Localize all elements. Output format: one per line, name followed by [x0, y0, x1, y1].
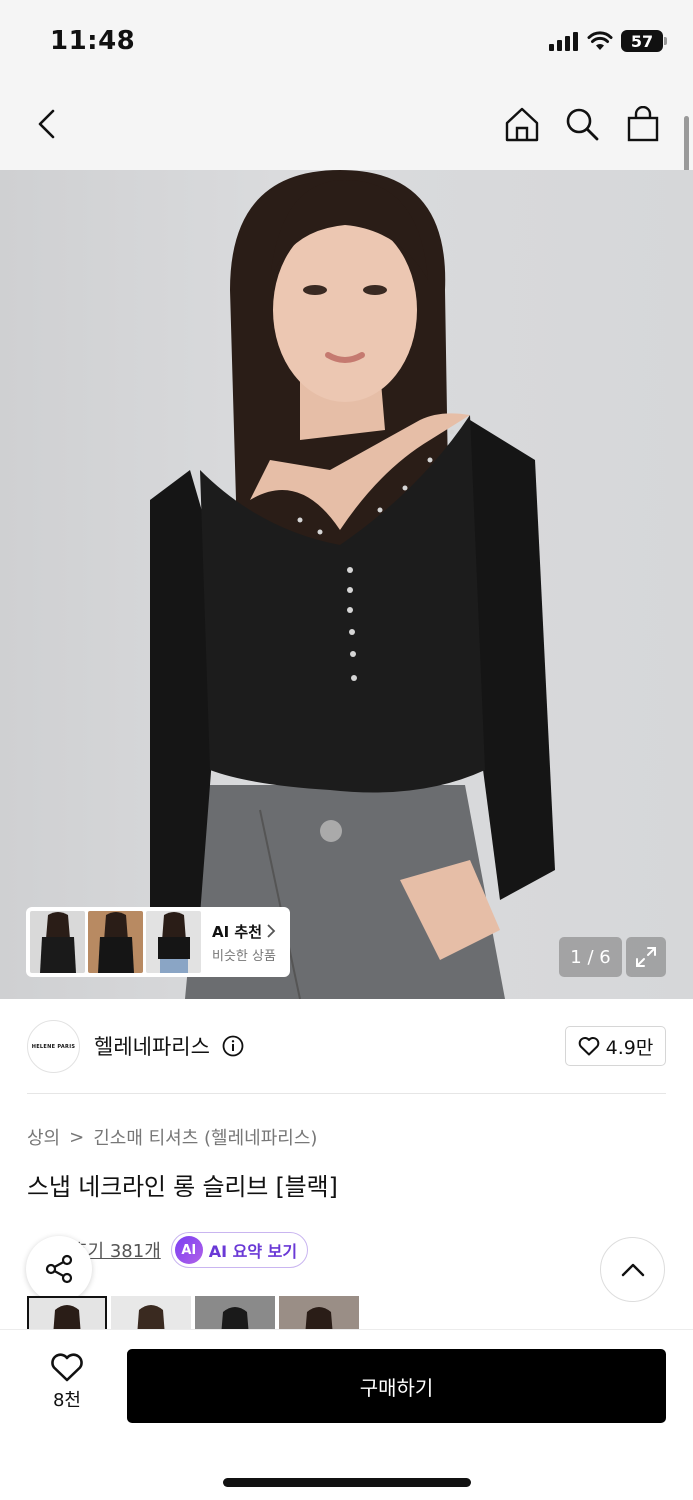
search-icon	[566, 108, 599, 141]
breadcrumb-separator: >	[69, 1126, 85, 1148]
wifi-icon	[587, 31, 613, 50]
wishlist-count: 8천	[52, 1390, 81, 1411]
brand-like-count: 4.9만	[605, 1036, 654, 1059]
breadcrumb-category[interactable]: 상의	[27, 1124, 60, 1150]
color-option[interactable]	[111, 1296, 191, 1330]
status-time: 11:48	[50, 26, 136, 56]
ai-summary-button[interactable]: AI AI 요약 보기	[170, 1232, 309, 1268]
ai-badge-icon: AI	[174, 1236, 203, 1264]
model-photo	[150, 170, 555, 999]
color-options	[27, 1296, 359, 1330]
shopping-bag-icon	[627, 106, 659, 142]
ai-summary-label: AI 요약 보기	[208, 1242, 298, 1261]
divider	[27, 1093, 666, 1094]
home-indicator	[223, 1478, 471, 1487]
color-option[interactable]	[27, 1296, 107, 1330]
image-counter: 1 / 6	[559, 937, 622, 977]
color-option[interactable]	[195, 1296, 275, 1330]
back-button[interactable]	[27, 103, 67, 145]
expand-icon	[636, 947, 656, 967]
ai-recommend-card[interactable]: AI 추천 비슷한 상품	[26, 907, 290, 977]
wishlist-button[interactable]: 8천	[40, 1352, 94, 1412]
info-icon[interactable]	[222, 1035, 244, 1057]
heart-icon	[51, 1353, 83, 1382]
ai-recommend-text: AI 추천 비슷한 상품	[212, 921, 276, 964]
top-bar: 11:48 57	[0, 0, 693, 234]
heart-icon	[578, 1037, 599, 1056]
home-button[interactable]	[502, 103, 542, 145]
brand-like-button[interactable]: 4.9만	[565, 1026, 666, 1066]
breadcrumb: 상의 > 긴소매 티셔츠 (헬레네파리스)	[27, 1124, 317, 1150]
battery-icon: 57	[621, 30, 667, 52]
share-button[interactable]	[26, 1236, 92, 1302]
brand-logo[interactable]: HELENE PARIS	[27, 1020, 80, 1073]
similar-thumb	[30, 911, 85, 973]
similar-thumb	[146, 911, 201, 973]
search-button[interactable]	[562, 103, 602, 145]
cart-button[interactable]	[623, 103, 663, 145]
product-title: 스냅 네크라인 롱 슬리브 [블랙]	[27, 1173, 338, 1201]
brand-name[interactable]: 헬레네파리스	[94, 1031, 210, 1061]
product-page: 11:48 57 AI 추천 비슷한 상품 1 / 6 HELENE PARIS…	[0, 0, 693, 1500]
buy-button[interactable]: 구매하기	[127, 1349, 666, 1423]
breadcrumb-subcategory[interactable]: 긴소매 티셔츠 (헬레네파리스)	[93, 1124, 317, 1150]
expand-button[interactable]	[626, 937, 666, 977]
chevron-up-icon	[621, 1263, 644, 1276]
scroll-top-button[interactable]	[600, 1237, 665, 1302]
color-option[interactable]	[279, 1296, 359, 1330]
home-icon	[505, 107, 539, 142]
similar-thumb	[88, 911, 143, 973]
ai-recommend-subtitle: 비슷한 상품	[212, 948, 276, 964]
product-image[interactable]: AI 추천 비슷한 상품 1 / 6	[0, 170, 693, 999]
share-icon	[45, 1254, 73, 1284]
chevron-right-icon	[267, 924, 276, 938]
ai-recommend-title: AI 추천	[212, 922, 263, 941]
signal-icon	[549, 32, 578, 51]
status-icons: 57	[549, 30, 667, 52]
chevron-left-icon	[38, 109, 55, 139]
